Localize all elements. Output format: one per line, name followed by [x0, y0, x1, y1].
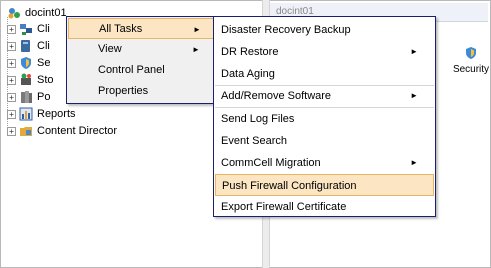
menu-item-all-tasks[interactable]: All Tasks ►	[68, 18, 214, 39]
submenu-item-send-log-files[interactable]: Send Log Files	[215, 108, 434, 130]
tree-root-label: docint01	[25, 7, 67, 19]
expand-plus-icon[interactable]: +	[7, 76, 16, 85]
expand-plus-icon[interactable]: +	[7, 93, 16, 102]
menu-item-label: View	[98, 43, 122, 55]
policies-icon	[21, 91, 32, 103]
submenu-item-label: Send Log Files	[221, 113, 295, 125]
expand-plus-icon[interactable]: +	[7, 110, 16, 119]
tree-item-label: Cli	[37, 23, 50, 35]
submenu-item-label: Disaster Recovery Backup	[221, 24, 351, 36]
reports-icon	[19, 107, 33, 121]
submenu-item-add-remove-software[interactable]: Add/Remove Software ►	[215, 85, 434, 107]
tree-item-label: Sto	[37, 74, 54, 86]
menu-item-label: Control Panel	[98, 64, 165, 76]
security-tile-label: Security	[452, 64, 490, 75]
submenu-arrow-icon: ►	[193, 25, 201, 34]
all-tasks-submenu: Disaster Recovery Backup DR Restore ► Da…	[213, 16, 436, 217]
submenu-item-label: Push Firewall Configuration	[222, 180, 357, 192]
submenu-item-label: Event Search	[221, 135, 288, 147]
submenu-arrow-icon: ►	[410, 91, 418, 100]
submenu-item-label: CommCell Migration	[221, 157, 321, 169]
storage-resources-icon	[21, 73, 31, 85]
submenu-item-disaster-recovery-backup[interactable]: Disaster Recovery Backup	[215, 19, 434, 41]
submenu-item-label: Data Aging	[221, 68, 275, 80]
client-computers-icon	[21, 40, 30, 52]
tree-item-label: Se	[37, 57, 51, 69]
expand-plus-icon[interactable]: +	[7, 25, 16, 34]
tree-item-label: Content Director	[37, 125, 118, 137]
security-tile[interactable]: Security	[451, 44, 491, 84]
commcell-icon	[8, 8, 20, 19]
submenu-arrow-icon: ►	[410, 47, 418, 56]
tree-item-label: Cli	[37, 40, 50, 52]
context-menu: All Tasks ► View ► Control Panel Propert…	[66, 16, 216, 104]
submenu-item-label: DR Restore	[221, 46, 279, 58]
client-computer-group-icon	[20, 24, 32, 35]
expand-plus-icon[interactable]: +	[7, 42, 16, 51]
submenu-item-label: Export Firewall Certificate	[221, 201, 347, 213]
tree-item-label: Po	[37, 91, 51, 103]
submenu-item-label: Add/Remove Software	[221, 90, 332, 102]
menu-item-label: Properties	[98, 85, 149, 97]
security-shield-icon	[21, 57, 31, 69]
submenu-item-commcell-migration[interactable]: CommCell Migration ►	[215, 152, 434, 174]
submenu-item-data-aging[interactable]: Data Aging	[215, 63, 434, 85]
submenu-item-dr-restore[interactable]: DR Restore ►	[215, 41, 434, 63]
expand-plus-icon[interactable]: +	[7, 127, 16, 136]
expand-plus-icon[interactable]: +	[7, 59, 16, 68]
submenu-item-event-search[interactable]: Event Search	[215, 130, 434, 152]
tree-item-label: Reports	[37, 108, 76, 120]
submenu-arrow-icon: ►	[410, 158, 418, 167]
submenu-arrow-icon: ►	[192, 45, 200, 54]
security-shield-icon	[466, 47, 476, 59]
menu-item-control-panel[interactable]: Control Panel	[68, 60, 214, 81]
submenu-item-export-firewall-certificate[interactable]: Export Firewall Certificate	[215, 196, 434, 218]
submenu-item-push-firewall-configuration[interactable]: Push Firewall Configuration	[215, 174, 434, 196]
menu-item-label: All Tasks	[99, 23, 143, 35]
content-director-folder-icon	[20, 127, 32, 136]
menu-item-view[interactable]: View ►	[68, 39, 214, 60]
menu-item-properties[interactable]: Properties	[68, 81, 214, 102]
